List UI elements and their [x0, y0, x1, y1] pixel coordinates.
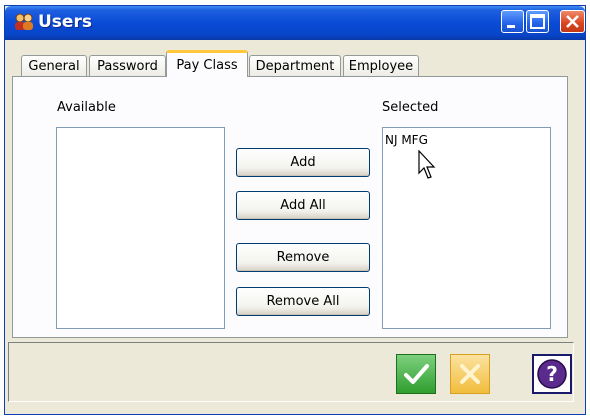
cancel-button[interactable]	[450, 354, 490, 394]
tab-employee[interactable]: Employee	[343, 55, 419, 77]
add-button[interactable]: Add	[236, 148, 370, 177]
minimize-icon	[507, 25, 515, 28]
available-listbox[interactable]	[56, 127, 225, 329]
close-button[interactable]	[560, 10, 585, 33]
svg-text:?: ?	[546, 362, 558, 386]
selected-label: Selected	[382, 100, 439, 115]
title-bar[interactable]: Users	[5, 6, 585, 40]
close-icon	[566, 15, 579, 28]
add-all-button[interactable]: Add All	[236, 191, 370, 220]
remove-all-button[interactable]: Remove All	[236, 287, 370, 316]
maximize-icon	[530, 14, 545, 29]
remove-button[interactable]: Remove	[236, 243, 370, 272]
available-label: Available	[57, 100, 116, 115]
cancel-x-icon	[460, 364, 480, 384]
help-question-icon: ?	[537, 359, 567, 389]
tab-pay-class[interactable]: Pay Class	[166, 50, 248, 77]
tab-department[interactable]: Department	[249, 55, 341, 77]
list-item[interactable]: NJ MFG	[385, 133, 428, 147]
tab-general[interactable]: General	[21, 55, 87, 77]
tab-password[interactable]: Password	[89, 55, 166, 77]
maximize-button[interactable]	[526, 10, 549, 33]
window-title: Users	[38, 12, 92, 32]
ok-button[interactable]	[396, 354, 436, 394]
checkmark-icon	[404, 364, 429, 384]
users-icon	[15, 13, 33, 30]
mouse-cursor-icon	[418, 150, 436, 179]
help-button[interactable]: ?	[532, 354, 572, 394]
selected-listbox[interactable]: NJ MFG	[382, 127, 551, 329]
minimize-button[interactable]	[501, 10, 524, 33]
